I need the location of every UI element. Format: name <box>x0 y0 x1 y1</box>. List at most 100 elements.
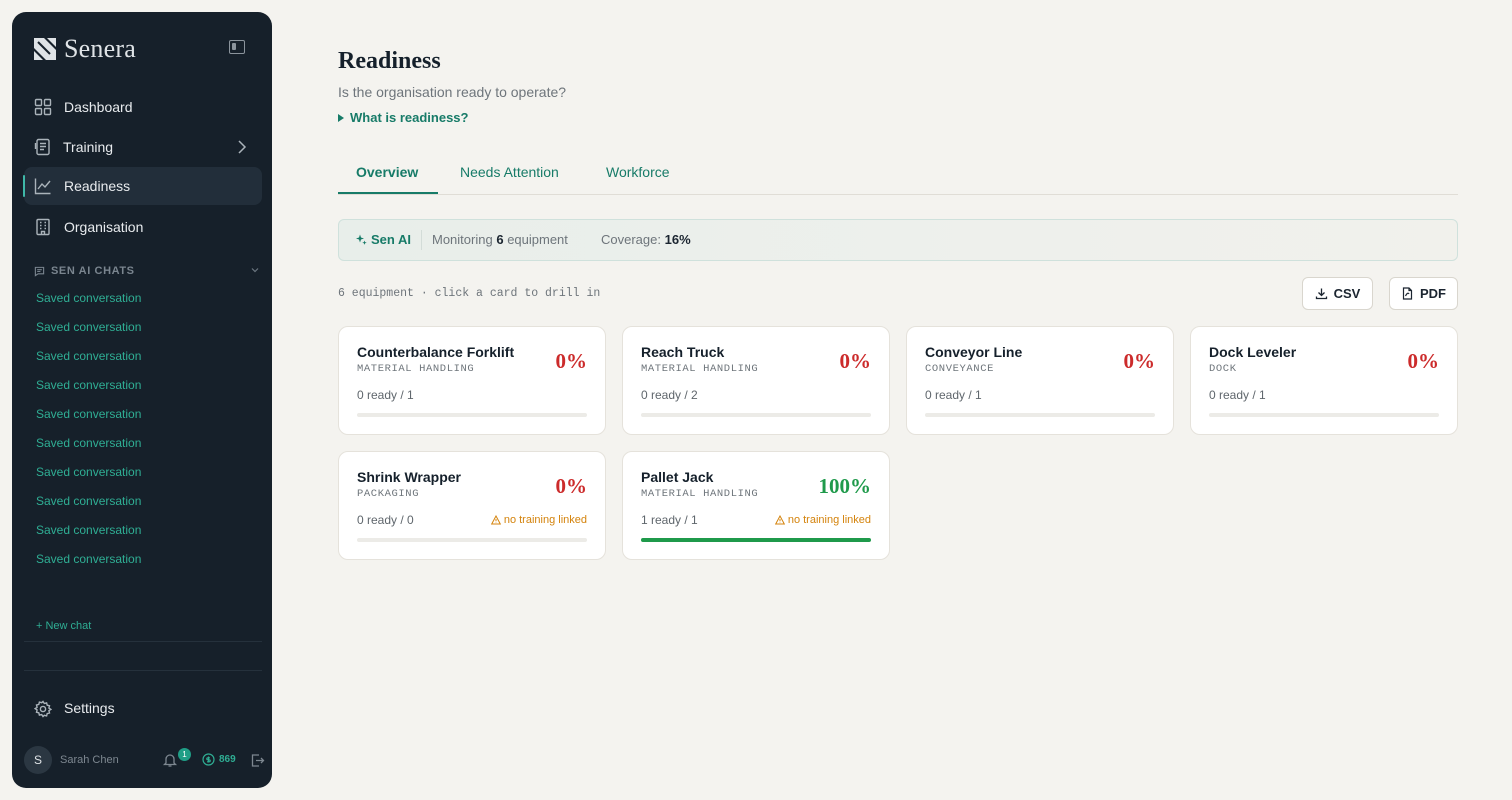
sidebar-item-readiness[interactable]: Readiness <box>23 167 262 205</box>
coverage-value: 16% <box>664 232 691 247</box>
readiness-progress-bar <box>925 413 1155 417</box>
sparkle-icon <box>356 234 367 245</box>
sidebar-collapse-icon[interactable] <box>229 40 245 54</box>
chat-item[interactable]: Saved conversation <box>36 404 256 433</box>
pdf-export-button[interactable]: PDF <box>1389 277 1458 310</box>
equipment-category: PACKAGING <box>357 488 420 500</box>
equipment-name: Conveyor Line <box>925 344 1023 360</box>
building-icon <box>36 218 50 236</box>
ready-count: 0 ready / 0 <box>357 513 414 527</box>
trend-chart-icon <box>34 178 51 195</box>
what-is-readiness-label: What is readiness? <box>350 110 469 125</box>
page-title: Readiness <box>338 48 441 74</box>
divider <box>24 641 262 642</box>
sidebar-item-organisation[interactable]: Organisation <box>24 208 262 246</box>
what-is-readiness-toggle[interactable]: What is readiness? <box>338 110 468 125</box>
warning-text: no training linked <box>503 514 587 526</box>
sidebar-item-settings[interactable]: Settings <box>24 694 262 724</box>
sen-ai-chats-header[interactable]: SEN AI CHATS <box>34 264 260 278</box>
readiness-percent: 0% <box>1123 349 1156 373</box>
no-training-warning: no training linked <box>490 514 587 526</box>
tab-workforce[interactable]: Workforce <box>606 164 670 180</box>
divider <box>421 230 422 250</box>
senera-logo-icon <box>34 38 56 60</box>
readiness-percent: 100% <box>818 474 872 498</box>
triangle-right-icon <box>338 113 344 122</box>
readiness-progress-bar <box>357 413 587 417</box>
chat-list: Saved conversation Saved conversation Sa… <box>36 288 256 578</box>
equipment-card[interactable]: Reach Truck MATERIAL HANDLING 0% 0 ready… <box>622 326 890 435</box>
user-name: Sarah Chen <box>60 754 119 766</box>
sidebar-item-dashboard[interactable]: Dashboard <box>24 88 262 126</box>
equipment-card[interactable]: Counterbalance Forklift MATERIAL HANDLIN… <box>338 326 606 435</box>
equipment-category: CONVEYANCE <box>925 363 995 375</box>
monitoring-count: 6 <box>496 232 504 247</box>
readiness-percent: 0% <box>1407 349 1440 373</box>
chat-item[interactable]: Saved conversation <box>36 491 256 520</box>
tab-overview[interactable]: Overview <box>356 164 418 180</box>
chat-item[interactable]: Saved conversation <box>36 433 256 462</box>
readiness-percent: 0% <box>555 474 588 498</box>
coverage-label: Coverage: <box>601 232 661 247</box>
sidebar-item-label: Readiness <box>64 178 131 194</box>
readiness-progress-bar <box>1209 413 1439 417</box>
document-list-icon <box>34 138 50 156</box>
logout-icon[interactable] <box>250 753 265 768</box>
chat-item[interactable]: Saved conversation <box>36 346 256 375</box>
monitoring-suffix: equipment <box>507 232 568 247</box>
sen-ai-text: Sen AI <box>371 232 411 247</box>
chat-bubble-icon <box>34 266 45 277</box>
chat-item[interactable]: Saved conversation <box>36 317 256 346</box>
tab-bar: Overview Needs Attention Workforce <box>338 152 1458 195</box>
chevron-right-icon[interactable] <box>234 139 250 155</box>
equipment-category: MATERIAL HANDLING <box>641 363 759 375</box>
chat-item[interactable]: Saved conversation <box>36 375 256 404</box>
chat-item[interactable]: Saved conversation <box>36 462 256 491</box>
pdf-label: PDF <box>1420 286 1446 301</box>
warning-icon <box>490 515 501 525</box>
ready-count: 0 ready / 2 <box>641 388 698 402</box>
chat-item[interactable]: Saved conversation <box>36 549 256 578</box>
sidebar-item-label: Dashboard <box>64 99 133 115</box>
equipment-card[interactable]: Conveyor Line CONVEYANCE 0% 0 ready / 1 <box>906 326 1174 435</box>
sidebar-item-training[interactable]: Training <box>24 128 262 166</box>
page-subtitle: Is the organisation ready to operate? <box>338 84 567 100</box>
equipment-name: Reach Truck <box>641 344 725 360</box>
csv-export-button[interactable]: CSV <box>1302 277 1373 310</box>
avatar[interactable]: S <box>24 746 52 774</box>
user-bar: S Sarah Chen 1 869 <box>24 746 265 774</box>
tab-needs-attention[interactable]: Needs Attention <box>460 164 559 180</box>
sen-ai-label[interactable]: Sen AI <box>355 232 411 247</box>
chat-item[interactable]: Saved conversation <box>36 520 256 549</box>
equipment-category: DOCK <box>1209 363 1237 375</box>
equipment-category: MATERIAL HANDLING <box>641 488 759 500</box>
equipment-card[interactable]: Pallet Jack MATERIAL HANDLING 100% 1 rea… <box>622 451 890 560</box>
download-icon <box>1315 288 1327 300</box>
brand-logo[interactable]: Senera <box>32 34 136 64</box>
equipment-summary: 6 equipment · click a card to drill in <box>338 287 601 300</box>
monitoring-text: Monitoring 6 equipment <box>432 232 568 247</box>
readiness-percent: 0% <box>555 349 588 373</box>
equipment-card[interactable]: Shrink Wrapper PACKAGING 0% 0 ready / 0 … <box>338 451 606 560</box>
ready-count: 0 ready / 1 <box>1209 388 1266 402</box>
bell-icon[interactable] <box>162 752 178 768</box>
credits[interactable]: 869 <box>202 753 236 766</box>
equipment-card[interactable]: Dock Leveler DOCK 0% 0 ready / 1 <box>1190 326 1458 435</box>
equipment-name: Pallet Jack <box>641 469 714 485</box>
active-tab-indicator <box>338 192 438 194</box>
equipment-name: Dock Leveler <box>1209 344 1297 360</box>
new-chat-link[interactable]: + New chat <box>36 620 91 632</box>
ready-count: 0 ready / 1 <box>925 388 982 402</box>
equipment-name: Shrink Wrapper <box>357 469 461 485</box>
ready-count: 1 ready / 1 <box>641 513 698 527</box>
monitoring-prefix: Monitoring <box>432 232 493 247</box>
warning-icon <box>774 515 785 525</box>
pdf-file-icon <box>1402 287 1413 300</box>
readiness-progress-bar <box>641 413 871 417</box>
equipment-name: Counterbalance Forklift <box>357 344 515 360</box>
chat-item[interactable]: Saved conversation <box>36 288 256 317</box>
sidebar-item-label: Training <box>63 139 114 155</box>
brand-name: Senera <box>64 34 136 63</box>
chevron-down-icon[interactable] <box>250 265 260 275</box>
sen-ai-chats-label: SEN AI CHATS <box>51 265 135 277</box>
